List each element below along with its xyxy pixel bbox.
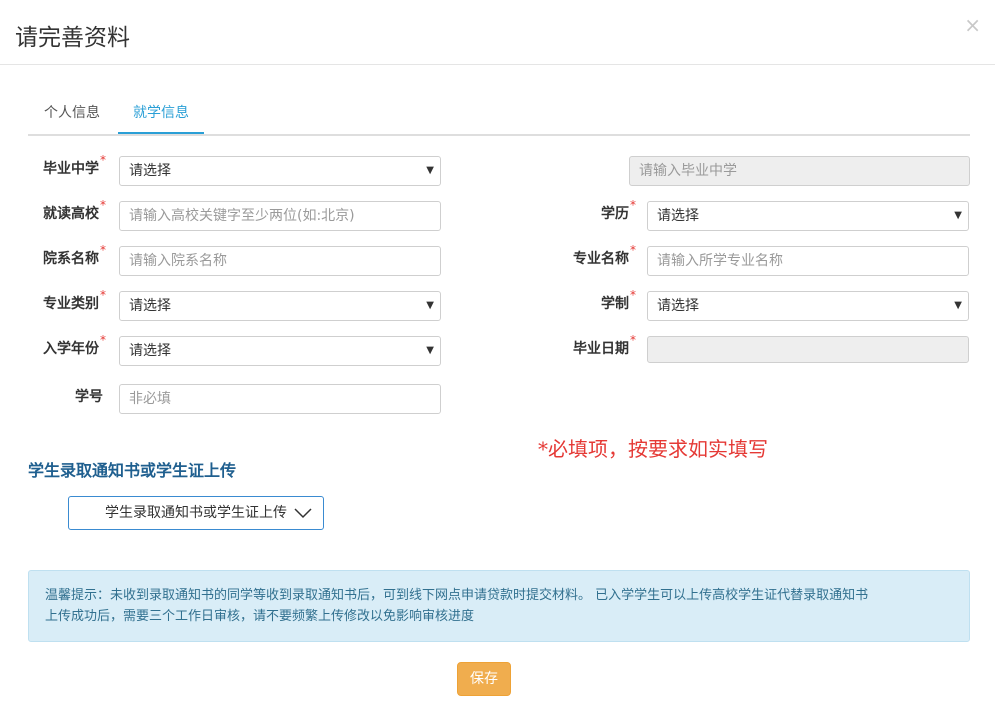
upload-button-label: 学生录取通知书或学生证上传 bbox=[105, 505, 287, 521]
tab-education-info[interactable]: 就学信息 bbox=[118, 95, 204, 134]
upload-section-title: 学生录取通知书或学生证上传 bbox=[28, 461, 237, 480]
duration-label: 学制* bbox=[601, 288, 636, 312]
graduate-school-input[interactable]: 请输入毕业中学 bbox=[629, 156, 970, 186]
graduate-date-label: 毕业日期* bbox=[573, 333, 636, 357]
graduate-school-select[interactable]: 请选择 ▼ bbox=[119, 156, 441, 186]
caret-down-icon: ▼ bbox=[426, 165, 434, 176]
chevron-down-icon bbox=[293, 497, 313, 541]
student-id-input[interactable]: 非必填 bbox=[119, 384, 441, 414]
tip-line-1: 温馨提示：未收到录取通知书的同学等收到录取通知书后，可到线下网点申请贷款时提交材… bbox=[45, 588, 869, 603]
enroll-year-label: 入学年份* bbox=[43, 333, 106, 357]
save-button[interactable]: 保存 bbox=[457, 662, 511, 696]
major-type-label: 专业类别* bbox=[43, 288, 106, 312]
enroll-year-value: 请选择 bbox=[129, 343, 171, 359]
modal-header: 请完善资料 × bbox=[0, 0, 995, 65]
student-id-label: 学号 bbox=[75, 389, 103, 405]
tip-line-2: 上传成功后，需要三个工作日审核，请不要频繁上传修改以免影响审核进度 bbox=[45, 609, 475, 624]
caret-down-icon: ▼ bbox=[954, 300, 962, 311]
degree-label: 学历* bbox=[601, 198, 636, 222]
tip-box: 温馨提示：未收到录取通知书的同学等收到录取通知书后，可到线下网点申请贷款时提交材… bbox=[28, 570, 970, 642]
close-icon[interactable]: × bbox=[964, 12, 981, 38]
caret-down-icon: ▼ bbox=[426, 300, 434, 311]
duration-value: 请选择 bbox=[657, 298, 699, 314]
upload-button[interactable]: 学生录取通知书或学生证上传 bbox=[68, 496, 324, 530]
department-label: 院系名称* bbox=[43, 243, 106, 267]
graduate-school-value: 请选择 bbox=[129, 163, 171, 179]
caret-down-icon: ▼ bbox=[954, 210, 962, 221]
major-type-value: 请选择 bbox=[129, 298, 171, 314]
degree-value: 请选择 bbox=[657, 208, 699, 224]
graduate-date-input[interactable] bbox=[647, 336, 969, 363]
major-input[interactable]: 请输入所学专业名称 bbox=[647, 246, 969, 276]
degree-select[interactable]: 请选择 ▼ bbox=[647, 201, 969, 231]
tab-bar: 个人信息 就学信息 bbox=[28, 95, 970, 136]
modal-title: 请完善资料 bbox=[15, 25, 130, 51]
duration-select[interactable]: 请选择 ▼ bbox=[647, 291, 969, 321]
caret-down-icon: ▼ bbox=[426, 345, 434, 356]
major-type-select[interactable]: 请选择 ▼ bbox=[119, 291, 441, 321]
required-notice: *必填项，按要求如实填写 bbox=[538, 437, 768, 461]
college-input[interactable]: 请输入高校关键字至少两位(如:北京) bbox=[119, 201, 441, 231]
major-label: 专业名称* bbox=[573, 243, 636, 267]
department-input[interactable]: 请输入院系名称 bbox=[119, 246, 441, 276]
enroll-year-select[interactable]: 请选择 ▼ bbox=[119, 336, 441, 366]
graduate-school-label: 毕业中学* bbox=[43, 153, 106, 177]
college-label: 就读高校* bbox=[43, 198, 106, 222]
tab-personal-info[interactable]: 个人信息 bbox=[28, 95, 116, 132]
